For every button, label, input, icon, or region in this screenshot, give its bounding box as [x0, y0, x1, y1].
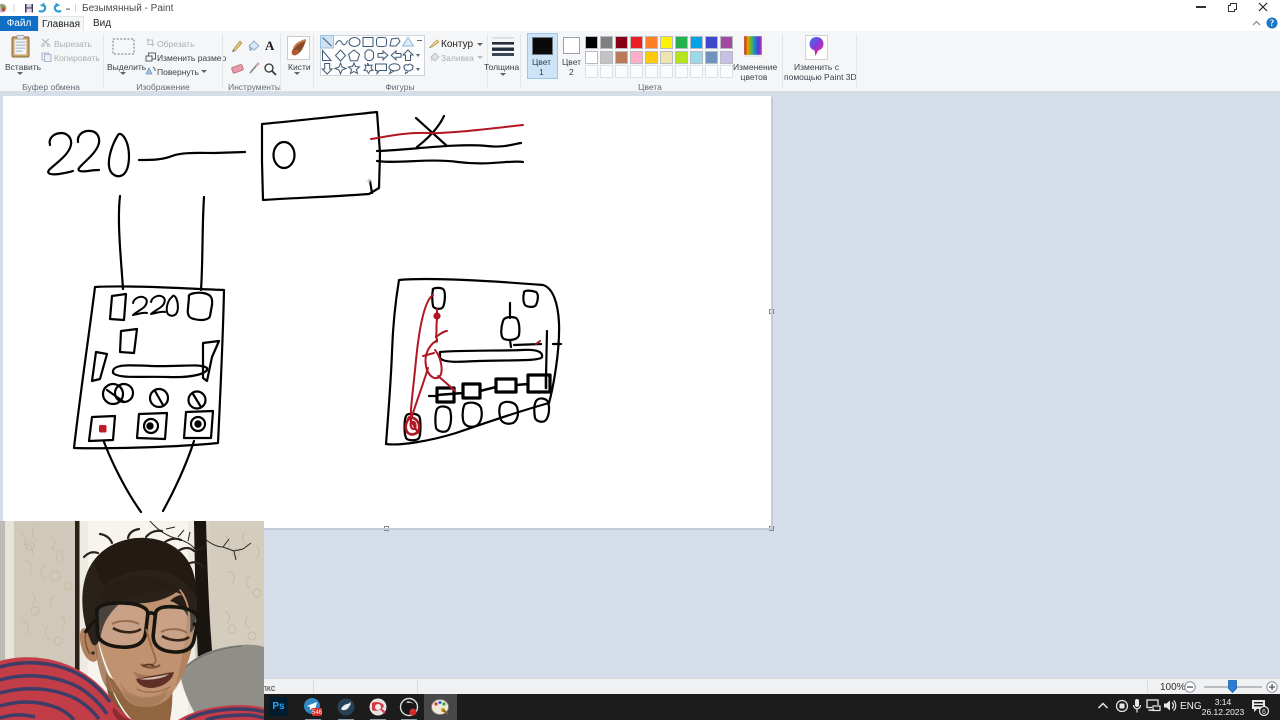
svg-text:546: 546 [312, 710, 323, 716]
svg-text:?: ? [1270, 18, 1275, 28]
svg-text:6: 6 [1262, 709, 1266, 716]
svg-text:A: A [265, 38, 275, 53]
